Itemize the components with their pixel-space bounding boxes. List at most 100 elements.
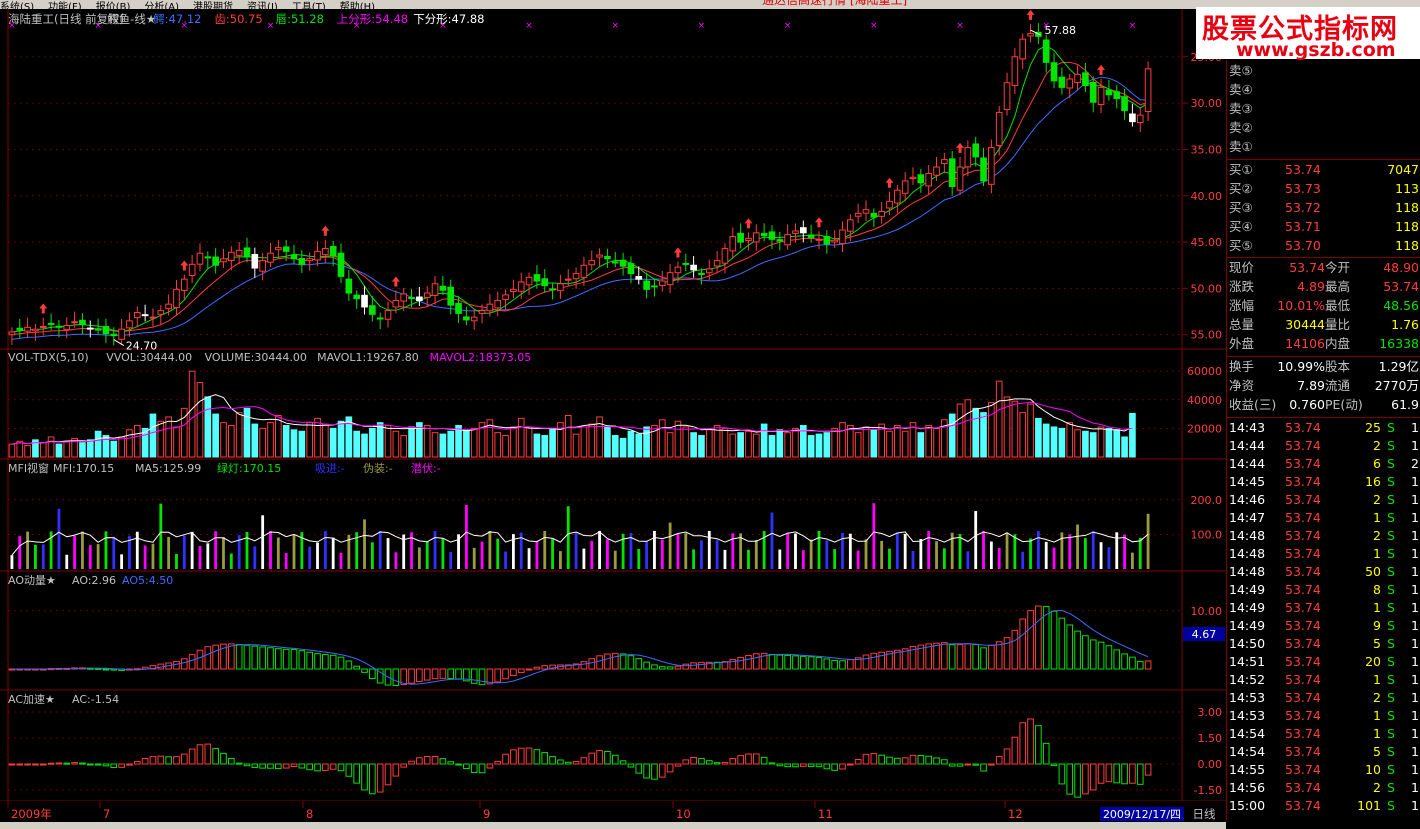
ao-bar — [196, 649, 204, 670]
tick-price: 53.74 — [1285, 492, 1321, 507]
tick-side: S — [1387, 744, 1395, 759]
ao-bar — [666, 666, 674, 670]
tick-price: 53.74 — [1285, 744, 1321, 759]
ac-bar — [517, 747, 525, 765]
tick-side: S — [1387, 582, 1395, 597]
ac-bar — [1121, 763, 1128, 785]
tick-volume: 50 — [1365, 564, 1381, 579]
candle-body — [705, 268, 713, 274]
tick-count: 1 — [1411, 438, 1419, 453]
bid-price: 53.74 — [1285, 162, 1321, 177]
ao-bar — [948, 644, 956, 670]
ac-bar — [690, 757, 697, 765]
ac-bar — [572, 760, 580, 765]
ao-bar — [423, 668, 431, 681]
ac-bar — [682, 759, 690, 765]
volume-label: VOLUME:30444.00 — [205, 351, 307, 364]
volume-bar — [580, 426, 588, 458]
stat-value: 16338 — [1379, 336, 1419, 351]
price-tick-label: 50.00 — [1191, 282, 1223, 295]
tick-price: 53.74 — [1285, 726, 1321, 741]
ac-bar — [94, 763, 102, 766]
volume-bar — [267, 422, 274, 458]
fractal-marker: × — [611, 21, 619, 31]
jaw-label: 鳄:47.12 — [153, 12, 201, 26]
volume-bar — [572, 433, 580, 458]
bid-price: 53.73 — [1285, 181, 1321, 196]
tick-price: 53.74 — [1285, 528, 1321, 543]
ao-label: AO:2.96 — [72, 574, 116, 587]
volume-bar — [588, 423, 596, 458]
candle-body — [721, 248, 729, 264]
ao-bar — [823, 658, 831, 670]
tick-price: 53.74 — [1285, 690, 1321, 705]
teeth-label: 齿:50.75 — [214, 12, 262, 26]
ac-bar — [510, 749, 517, 765]
tick-count: 1 — [1411, 474, 1419, 489]
tick-time: 14:44 — [1229, 438, 1266, 453]
volume-bar — [510, 426, 517, 458]
tick-time: 14:49 — [1229, 582, 1266, 597]
volume-bar — [439, 433, 447, 458]
ac-bar — [721, 761, 729, 765]
candle-body — [165, 303, 172, 310]
tick-row: 14:46 53.74 2 S 1 — [1227, 491, 1420, 509]
candle-body — [275, 247, 282, 251]
tick-side: S — [1387, 690, 1395, 705]
volume-bar — [157, 420, 165, 458]
tick-side: S — [1387, 492, 1395, 507]
volume-bar — [1011, 400, 1019, 458]
stat-row: 涨幅 10.01% 最低 48.56 — [1227, 297, 1420, 315]
time-axis-label: 2009年 — [11, 807, 52, 821]
candle-body — [102, 325, 110, 335]
time-axis-label: 7 — [103, 807, 110, 821]
price-tick-label: 55.00 — [1191, 329, 1223, 342]
volume-bar — [1113, 429, 1121, 458]
tick-count: 1 — [1411, 420, 1419, 435]
volume-bar — [212, 413, 219, 458]
ao-bar — [745, 654, 752, 670]
ao-bar — [541, 665, 549, 670]
volume-bar — [517, 417, 525, 458]
ao-bar — [345, 660, 353, 670]
volume-bar — [901, 430, 909, 458]
volume-bar — [463, 429, 470, 458]
tick-count: 1 — [1411, 708, 1419, 723]
candle-body — [776, 239, 784, 242]
candle-body — [94, 328, 102, 331]
volume-bar — [737, 432, 744, 458]
time-axis-label: 8 — [306, 807, 313, 821]
candle-body — [713, 260, 721, 267]
chart-area[interactable]: 55.0050.0045.0040.0035.0030.0025.00×××××… — [0, 9, 1226, 829]
candle-body — [118, 328, 125, 340]
candle-body — [792, 230, 799, 234]
candle-body — [369, 305, 376, 315]
ac-bar — [470, 763, 478, 774]
candle-body — [964, 147, 972, 168]
ac-bar — [948, 763, 956, 767]
candle-body — [1050, 62, 1058, 82]
ao-bar — [847, 659, 854, 670]
tick-price: 53.74 — [1285, 762, 1321, 777]
ao-tick-label: 10.00 — [1191, 605, 1223, 618]
tick-price: 53.74 — [1285, 636, 1321, 651]
ao-bar — [275, 648, 282, 670]
candle-body — [643, 280, 650, 290]
stat-label: 今开 — [1325, 260, 1351, 275]
candle-body — [886, 200, 893, 209]
fund-label: PE(动) — [1325, 397, 1363, 412]
ao-indicator-name: AO动量★ — [8, 574, 56, 587]
tick-side: S — [1387, 510, 1395, 525]
mfi-latent-label: 潜伏:- — [411, 461, 441, 475]
candle-body — [823, 235, 831, 245]
ac-bar — [110, 763, 118, 769]
quote-separator — [1227, 356, 1420, 357]
volume-bar — [768, 435, 776, 458]
price-tick-label: 35.00 — [1191, 143, 1223, 156]
bottom-tab-strip[interactable] — [0, 822, 1226, 829]
ac-bar — [933, 757, 940, 765]
ao-bar — [227, 643, 235, 670]
fund-label: 收益(三) — [1229, 397, 1277, 412]
volume-bar — [322, 423, 329, 458]
ao-bar — [102, 668, 110, 671]
